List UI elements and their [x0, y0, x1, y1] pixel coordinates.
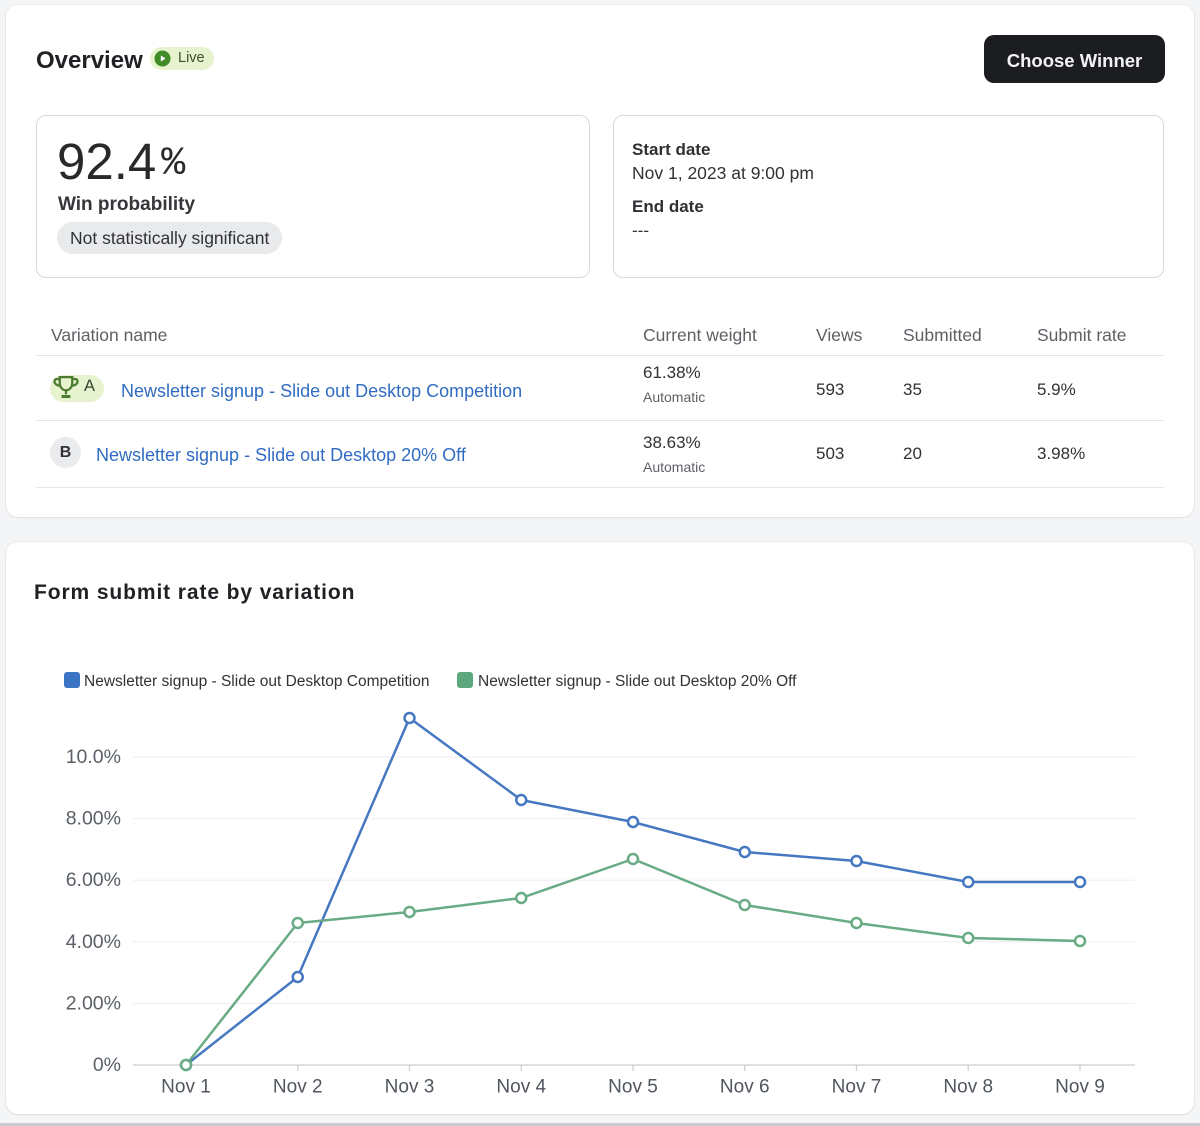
svg-text:Nov 2: Nov 2 — [273, 1077, 323, 1098]
svg-text:Nov 1: Nov 1 — [161, 1077, 211, 1098]
svg-text:2.00%: 2.00% — [66, 992, 121, 1014]
svg-text:Nov 6: Nov 6 — [720, 1077, 770, 1098]
svg-text:Nov 3: Nov 3 — [385, 1077, 435, 1098]
svg-text:8.00%: 8.00% — [66, 808, 121, 830]
svg-text:10.0%: 10.0% — [66, 746, 121, 768]
svg-text:Nov 9: Nov 9 — [1055, 1077, 1105, 1098]
svg-text:Nov 8: Nov 8 — [943, 1077, 993, 1098]
svg-text:Nov 7: Nov 7 — [832, 1077, 882, 1098]
svg-text:6.00%: 6.00% — [66, 869, 121, 891]
svg-text:0%: 0% — [93, 1054, 121, 1076]
svg-text:Nov 5: Nov 5 — [608, 1077, 658, 1098]
svg-text:Nov 4: Nov 4 — [496, 1077, 546, 1098]
svg-text:4.00%: 4.00% — [66, 931, 121, 953]
